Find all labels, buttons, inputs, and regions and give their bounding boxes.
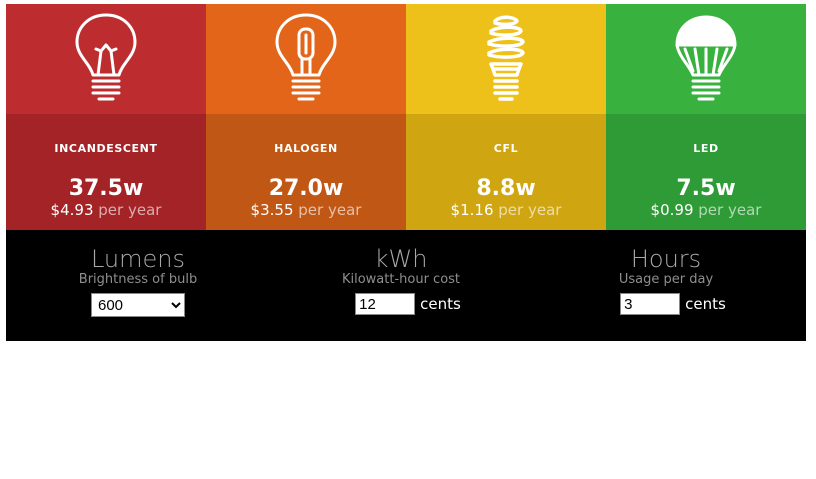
hours-subtitle: Usage per day: [618, 272, 714, 287]
hours-unit: cents: [685, 295, 726, 313]
cost-value: $4.93: [50, 201, 94, 219]
bulb-watts: 37.5w: [68, 176, 144, 201]
halogen-bulb-icon: [275, 13, 337, 101]
hours-control: Hours Usage per day cents: [588, 246, 744, 315]
bulb-name: INCANDESCENT: [54, 142, 158, 155]
cost-period: per year: [698, 201, 762, 219]
cost-value: $3.55: [250, 201, 294, 219]
controls-panel: Lumens Brightness of bulb 600 kWh Kilowa…: [6, 230, 806, 341]
bulb-name: LED: [693, 142, 719, 155]
lumens-control: Lumens Brightness of bulb 600: [60, 246, 216, 317]
kwh-cost-input[interactable]: [355, 293, 416, 315]
bulb-name: CFL: [493, 142, 519, 155]
cost-period: per year: [498, 201, 562, 219]
bulb-info: LED 7.5w $0.99 per year: [606, 114, 806, 230]
bulb-card-halogen: HALOGEN 27.0w $3.55 per year: [206, 4, 406, 230]
bulb-icon-area: [606, 4, 806, 114]
hours-title: Hours: [630, 245, 702, 273]
lumens-title: Lumens: [90, 245, 186, 273]
bulb-info: HALOGEN 27.0w $3.55 per year: [206, 114, 406, 230]
lumens-row: 600: [60, 293, 216, 317]
bulb-annual-cost: $3.55 per year: [206, 201, 406, 219]
kwh-unit: cents: [420, 295, 461, 313]
bulb-annual-cost: $4.93 per year: [6, 201, 206, 219]
bulb-card-cfl: CFL 8.8w $1.16 per year: [406, 4, 606, 230]
lumens-select[interactable]: 600: [91, 293, 185, 317]
bulb-icon-area: [406, 4, 606, 114]
hours-per-day-input[interactable]: [620, 293, 681, 315]
bulb-icon-area: [206, 4, 406, 114]
bulb-card-led: LED 7.5w $0.99 per year: [606, 4, 806, 230]
led-bulb-icon: [675, 15, 737, 101]
bulb-watts: 8.8w: [476, 176, 536, 201]
kwh-row: cents: [323, 293, 479, 315]
cost-value: $1.16: [450, 201, 494, 219]
incandescent-bulb-icon: [75, 13, 137, 101]
cfl-bulb-icon: [487, 15, 525, 101]
bulb-icon-area: [6, 4, 206, 114]
bulb-name: HALOGEN: [274, 142, 338, 155]
lumens-subtitle: Brightness of bulb: [78, 272, 198, 287]
cost-period: per year: [298, 201, 362, 219]
bulb-cost-calculator: INCANDESCENT 37.5w $4.93 per year HALOGE…: [6, 4, 806, 341]
kwh-control: kWh Kilowatt-hour cost cents: [323, 246, 479, 315]
kwh-title: kWh: [374, 245, 428, 273]
bulb-info: INCANDESCENT 37.5w $4.93 per year: [6, 114, 206, 230]
bulb-annual-cost: $1.16 per year: [406, 201, 606, 219]
kwh-subtitle: Kilowatt-hour cost: [341, 272, 461, 287]
bulb-watts: 27.0w: [268, 176, 344, 201]
hours-row: cents: [588, 293, 744, 315]
bulb-info: CFL 8.8w $1.16 per year: [406, 114, 606, 230]
bulb-watts: 7.5w: [676, 176, 736, 201]
cost-value: $0.99: [650, 201, 694, 219]
bulb-annual-cost: $0.99 per year: [606, 201, 806, 219]
bulb-card-incandescent: INCANDESCENT 37.5w $4.93 per year: [6, 4, 206, 230]
cost-period: per year: [98, 201, 162, 219]
bulb-comparison: INCANDESCENT 37.5w $4.93 per year HALOGE…: [6, 4, 806, 230]
